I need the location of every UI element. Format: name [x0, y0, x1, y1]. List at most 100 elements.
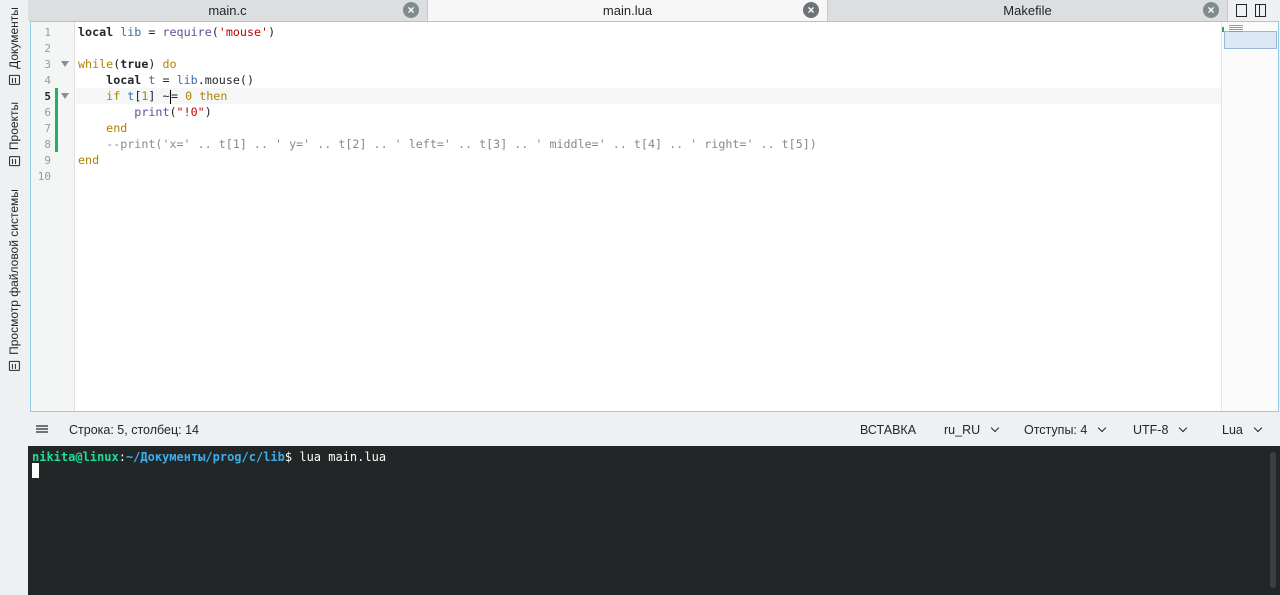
code-token: while: [78, 57, 114, 71]
close-icon[interactable]: ×: [403, 2, 419, 18]
code-token: ): [148, 57, 163, 71]
syntax-mode-selector[interactable]: Lua: [1222, 423, 1263, 437]
current-line-highlight: [76, 88, 1221, 104]
code-line[interactable]: end: [78, 120, 127, 136]
code-token: ): [204, 105, 212, 119]
document-icon: [8, 74, 20, 85]
line-number[interactable]: 6: [31, 106, 51, 119]
document-tab-bar: main.c × main.lua × Makefile ×: [28, 0, 1280, 21]
tab-main-lua[interactable]: main.lua ×: [428, 0, 828, 21]
sidebar-tab-label: Проекты: [7, 101, 21, 151]
line-number[interactable]: 1: [31, 26, 51, 39]
modified-line-marker: [55, 120, 58, 136]
line-number[interactable]: 7: [31, 122, 51, 135]
sidebar-tab-label: Просмотр файловой системы: [7, 189, 22, 355]
code-token: .mouse(): [197, 73, 254, 87]
chevron-down-icon: [990, 423, 1000, 433]
sidebar-tab-label: Документы: [7, 7, 22, 69]
indentation-selector[interactable]: Отступы: 4: [1024, 423, 1107, 437]
minimap[interactable]: [1221, 22, 1278, 411]
close-icon[interactable]: ×: [803, 2, 819, 18]
hamburger-menu-icon[interactable]: [36, 425, 48, 427]
code-token: "!0": [176, 105, 205, 119]
dictionary-selector[interactable]: ru_RU: [944, 423, 1000, 437]
code-token: 'mouse': [218, 25, 269, 39]
split-view-icon[interactable]: [1255, 4, 1266, 17]
code-token: ~: [162, 89, 170, 103]
code-token: lib: [176, 73, 198, 87]
modified-line-marker: [55, 104, 58, 120]
fold-marker-icon[interactable]: [61, 93, 69, 99]
line-number[interactable]: 4: [31, 74, 51, 87]
code-line[interactable]: local t = lib.mouse(): [78, 72, 254, 88]
code-token: local: [106, 73, 142, 87]
terminal-user-host: nikita@linux: [32, 450, 119, 464]
tab-main-c[interactable]: main.c ×: [28, 0, 428, 21]
encoding-value: UTF-8: [1133, 423, 1169, 437]
dictionary-value: ru_RU: [944, 423, 981, 437]
chevron-down-icon: [1253, 423, 1263, 433]
line-number[interactable]: 2: [31, 42, 51, 55]
minimap-text-preview: [1229, 25, 1243, 33]
tab-label: Makefile: [1003, 3, 1052, 18]
sidebar-tab-projects[interactable]: Проекты: [0, 92, 28, 176]
terminal-scrollbar[interactable]: [1270, 452, 1276, 588]
terminal-command: lua main.lua: [299, 450, 387, 464]
code-line[interactable]: print("!0"): [78, 104, 212, 120]
code-token: true: [120, 57, 149, 71]
fold-marker-icon[interactable]: [61, 61, 69, 67]
tab-bar-buttons: [1228, 0, 1280, 21]
folder-icon: [8, 360, 20, 371]
terminal-prompt-end: $: [284, 450, 300, 464]
code-token: if: [106, 89, 121, 103]
terminal-panel[interactable]: nikita@linux:~/Документы/prog/c/lib$ lua…: [28, 446, 1280, 595]
minimap-viewport[interactable]: [1224, 31, 1277, 49]
code-line[interactable]: if t[1] ~ = 0 then: [78, 88, 227, 104]
terminal-separator: :: [118, 450, 126, 464]
code-token: ): [268, 25, 276, 39]
kate-window: Документы Проекты Просмотр файловой сист…: [0, 0, 1280, 595]
code-token: lib: [120, 25, 142, 39]
code-token: =: [155, 73, 177, 87]
new-document-icon[interactable]: [1236, 4, 1247, 17]
sidebar-tab-filesystem-browser[interactable]: Просмотр файловой системы: [0, 176, 28, 384]
input-mode[interactable]: ВСТАВКА: [860, 423, 916, 437]
tab-makefile[interactable]: Makefile ×: [828, 0, 1228, 21]
code-token: local: [78, 25, 114, 39]
code-area[interactable]: local lib = require('mouse') while(true) …: [76, 22, 1221, 411]
code-line[interactable]: while(true) do: [78, 56, 177, 72]
minimap-modified-marker: [1222, 27, 1224, 32]
line-number-gutter: 1 2 3 4 5 6 7 8 9 10: [31, 22, 75, 411]
terminal-path: ~/Документы/prog/c/lib: [125, 450, 285, 464]
status-bar: Строка: 5, столбец: 14 ВСТАВКА ru_RU Отс…: [28, 414, 1280, 446]
close-icon[interactable]: ×: [1203, 2, 1219, 18]
encoding-selector[interactable]: UTF-8: [1133, 423, 1188, 437]
terminal-prompt-line: nikita@linux:~/Документы/prog/c/lib$ lua…: [32, 450, 386, 464]
code-token: (: [211, 25, 219, 39]
code-token: (: [169, 105, 177, 119]
code-line[interactable]: end: [78, 152, 99, 168]
chevron-down-icon: [1179, 423, 1188, 433]
line-number[interactable]: 3: [31, 58, 51, 71]
modified-line-marker: [55, 88, 58, 104]
left-sidebar: Документы Проекты Просмотр файловой сист…: [0, 0, 28, 595]
code-token: do: [162, 57, 177, 71]
code-token: print: [134, 105, 170, 119]
code-line[interactable]: --print('x=' .. t[1] .. ' y=' .. t[2] ..…: [78, 136, 817, 152]
line-number[interactable]: 8: [31, 138, 51, 151]
line-number[interactable]: 9: [31, 154, 51, 167]
code-token: =: [171, 89, 186, 103]
modified-line-marker: [55, 136, 58, 152]
chevron-down-icon: [1098, 423, 1107, 433]
tab-label: main.lua: [602, 3, 653, 18]
cursor-position[interactable]: Строка: 5, столбец: 14: [69, 423, 199, 437]
tab-label: main.c: [208, 3, 247, 18]
code-token: --print('x=' .. t[1] .. ' y=' .. t[2] ..…: [78, 137, 817, 151]
sidebar-tab-documents[interactable]: Документы: [0, 0, 28, 92]
code-line[interactable]: local lib = require('mouse'): [78, 24, 275, 40]
code-editor[interactable]: 1 2 3 4 5 6 7 8 9 10 local lib = require('mouse')…: [30, 21, 1279, 412]
line-number[interactable]: 10: [31, 170, 51, 183]
line-number[interactable]: 5: [31, 90, 51, 103]
